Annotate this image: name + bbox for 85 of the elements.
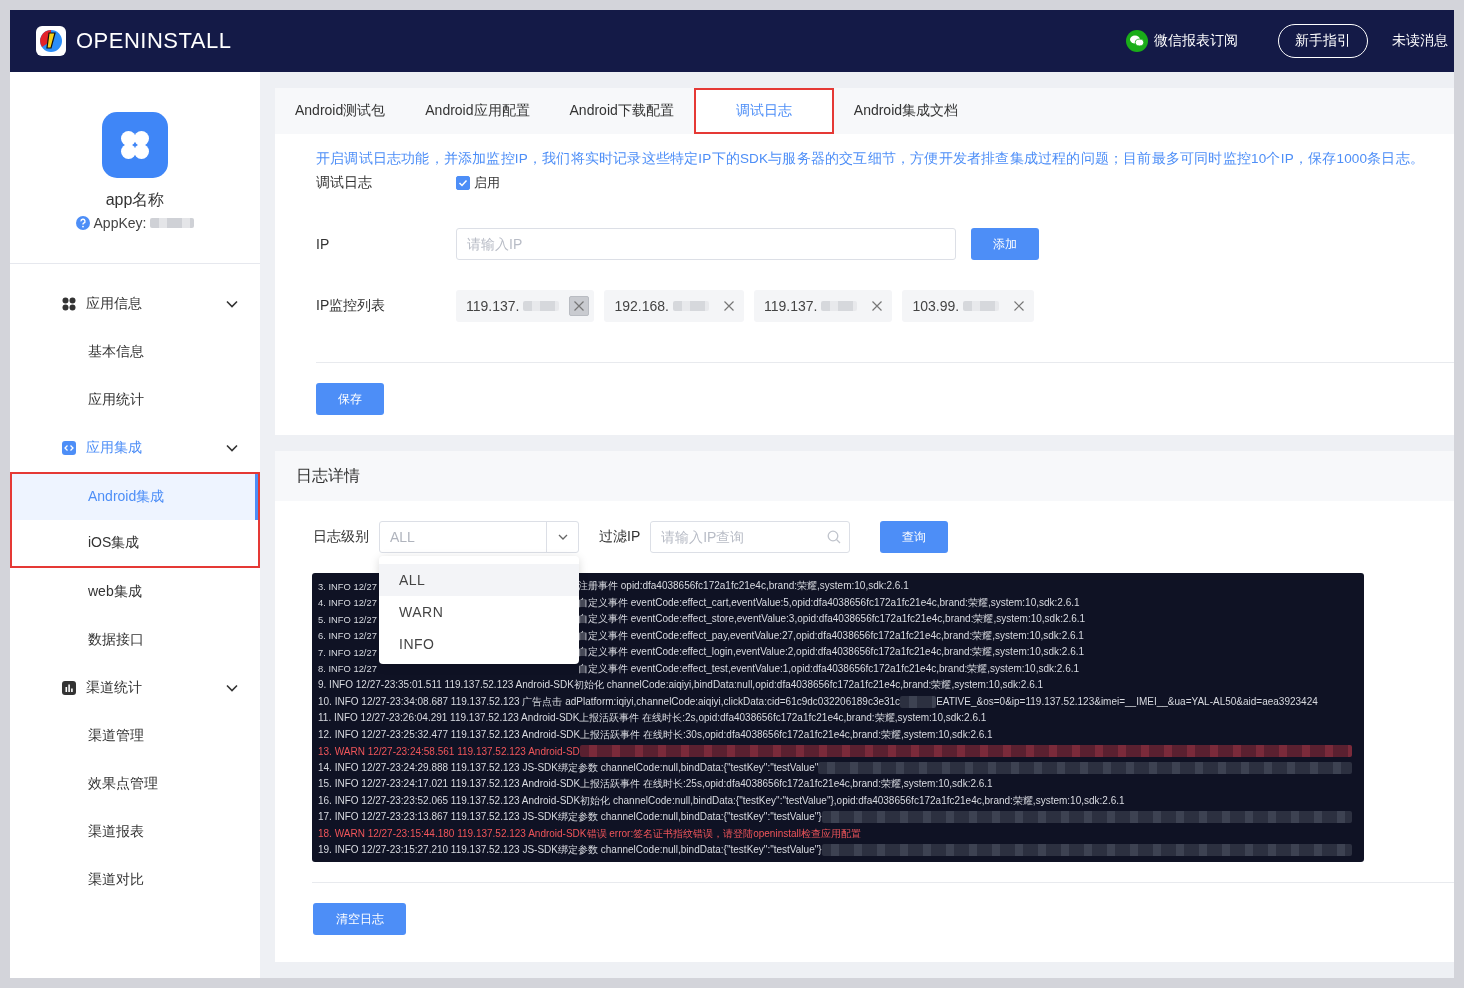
field-label: IP [316,236,331,252]
log-text: 自定义事件 eventCode:effect_login,eventValue:2,opid:dfa4038656fc172a1fc21e4c,brand:荣耀,system:10,sdk:2.6.1 [578,645,1085,660]
log-text: 自定义事件 eventCode:effect_cart,eventValue:5,opid:dfa4038656fc172a1fc21e4c,brand:荣耀,system:10,sdk:2.6.1 [578,595,1080,610]
log-text: 10. INFO 12/27-23:34:08.687 119.137.52.123 广告点击 adPlatform:iqiyi,channelCode:aiqiyi,clickData:cid=61c9dc032206189c3e31c [318,694,901,709]
tab[interactable]: Android测试包 [275,88,406,134]
sidebar-item[interactable]: 应用统计 [10,376,260,424]
ip-tag: 103.99. [902,290,1035,322]
menu-group[interactable]: 渠道统计 [10,664,260,712]
ip-tag: 119.137. [456,290,595,322]
bar-chart-icon [62,681,76,695]
notice-text: 开启调试日志功能，并添加监控IP，我们将实时记录这些特定IP下的SDK与服务器的交互细节，方便开发者排查集成过程的问题；目前最多可同时监控10个IP，保存1000条日志。 [316,150,1426,168]
close-icon[interactable] [722,300,735,312]
dropdown-option[interactable]: WARN [379,596,579,628]
log-text: 8. INFO 12/27 [318,663,377,675]
chevron-icon [226,684,238,692]
sidebar-item[interactable]: 效果点管理 [10,760,260,808]
log-text: 自定义事件 eventCode:effect_pay,eventValue:27,opid:dfa4038656fc172a1fc21e4c,brand:荣耀,system:10,sdk:2.6.1 [578,628,1084,643]
tab[interactable]: Android下载配置 [549,88,694,134]
tab[interactable]: Android应用配置 [405,88,550,134]
log-text: 12. INFO 12/27-23:25:32.477 119.137.52.123 Android-SDK上报活跃事件 在线时长:30s,opid:dfa4038656fc172a1fc21e4c,brand:荣耀,system:10,sdk:2.6.1 [318,727,993,742]
sidebar-item[interactable]: 渠道对比 [10,856,260,904]
log-text: 7. INFO 12/27 [318,646,377,658]
blurred-text [963,301,1000,311]
logo-icon [36,26,66,56]
enable-checkbox[interactable]: 启用 [456,174,500,192]
app-name: app名称 [105,190,165,210]
grid-icon [62,297,76,311]
log-text: 6. INFO 12/27 [318,630,377,642]
log-text: 5. INFO 12/27 [318,613,377,625]
menu-group[interactable]: 应用信息 [10,280,260,328]
sidebar-item[interactable]: web集成 [10,568,260,616]
ip-tag: 192.168. [604,290,744,322]
field-label: IP监控列表 [316,297,387,315]
dropdown-option[interactable]: INFO [379,628,579,660]
log-text: 9. INFO 12/27-23:35:01.511 119.137.52.123 Android-SDK初始化 channelCode:aiqiyi,bindData:null,opid:dfa4038656fc172a1fc21e4c,brand:荣耀,system:10,sdk:2.6.1 [318,678,1044,693]
sidebar-item[interactable]: iOS集成 [10,520,260,568]
app-icon [102,112,168,178]
search-icon [827,530,842,544]
ip-input[interactable]: 请输入IP [456,228,956,260]
log-text: 13. WARN 12/27-23:24:58.561 119.137.52.123 Android-SD [318,745,580,757]
sidebar-item[interactable]: 渠道管理 [10,712,260,760]
log-text: 15. INFO 12/27-23:24:17.021 119.137.52.123 Android-SDK上报活跃事件 在线时长:25s,opid:dfa4038656fc172a1fc21e4c,brand:荣耀,system:10,sdk:2.6.1 [318,777,993,792]
filter-label: 过滤IP [599,528,641,546]
log-text: 4. INFO 12/27 [318,597,377,609]
help-icon[interactable] [75,216,90,230]
log-text: 自定义事件 eventCode:effect_test,eventValue:1,opid:dfa4038656fc172a1fc21e4c,brand:荣耀,system:10,sdk:2.6.1 [578,661,1080,676]
sidebar-item[interactable]: 基本信息 [10,328,260,376]
card-title: 日志详情 [275,451,1454,501]
field-label: 调试日志 [316,174,373,192]
sidebar-item[interactable]: 数据接口 [10,616,260,664]
brand-name: OPENINSTALL [76,28,232,54]
filter-label: 日志级别 [313,528,369,546]
sidebar-item[interactable]: 渠道报表 [10,808,260,856]
header-link[interactable]: 未读消息 [1392,32,1448,50]
log-text: 自定义事件 eventCode:effect_store,eventValue:3,opid:dfa4038656fc172a1fc21e4c,brand:荣耀,system:10,sdk:2.6.1 [578,612,1086,627]
blurred-text [672,301,709,311]
blurred-text [523,301,560,311]
tab[interactable]: Android集成文档 [833,88,979,134]
wechat-icon [1126,30,1148,52]
code-icon [62,441,76,455]
log-text: 11. INFO 12/27-23:26:04.291 119.137.52.123 Android-SDK上报活跃事件 在线时长:2s,opid:dfa4038656fc172a1fc21e4c,brand:荣耀,system:10,sdk:2.6.1 [318,711,987,726]
log-text: 18. WARN 12/27-23:15:44.180 119.137.52.123 Android-SDK错误 error:签名证书指纹错误，请登陆openinstall检查应用配置 [318,826,861,841]
close-icon[interactable] [871,300,884,312]
close-icon[interactable] [573,300,586,312]
ip-search-field[interactable]: 请输入IP查询 [650,521,851,553]
log-text: EATIVE_&os=0&ip=119.137.52.123&imei=__IMEI__&ua=YAL-AL50&aid=aea3923424 [936,696,1318,708]
log-text: 注册事件 opid:dfa4038656fc172a1fc21e4c,brand:荣耀,system:10,sdk:2.6.1 [578,579,909,594]
log-text: 16. INFO 12/27-23:23:52.065 119.137.52.123 Android-SDK初始化 channelCode:null,bindData:{"testKey":"testValue"},opid:dfa4038656fc172a1fc21e4c,brand:荣耀,system:10,sdk:2.6.1 [318,793,1125,808]
blurred-text [150,218,195,228]
blurred-text [900,695,937,708]
header-link[interactable]: 微信报表订阅 [1126,30,1238,52]
log-text: 19. INFO 12/27-23:15:27.210 119.137.52.123 JS-SDK绑定参数 channelCode:null,bindData:{"testKey":"testValue"} [318,843,822,858]
chevron-icon [226,300,238,308]
log-text: 3. INFO 12/27 [318,580,377,592]
dropdown-option[interactable]: ALL [379,564,579,596]
close-icon[interactable] [1013,300,1026,312]
guide-button[interactable]: 新手指引 [1278,24,1368,58]
log-text: 14. INFO 12/27-23:24:29.888 119.137.52.123 JS-SDK绑定参数 channelCode:null,bindData:{"testKey":"testValue" [318,760,819,775]
appkey-label: AppKey: [93,215,147,231]
chevron-icon [226,444,238,452]
blurred-text [821,301,858,311]
check-icon [458,178,468,188]
log-text: 17. INFO 12/27-23:23:13.867 119.137.52.123 JS-SDK绑定参数 channelCode:null,bindData:{"testKey":"testValue"} [318,810,822,825]
chevron-icon [557,534,568,540]
ip-tag: 119.137. [753,290,893,322]
